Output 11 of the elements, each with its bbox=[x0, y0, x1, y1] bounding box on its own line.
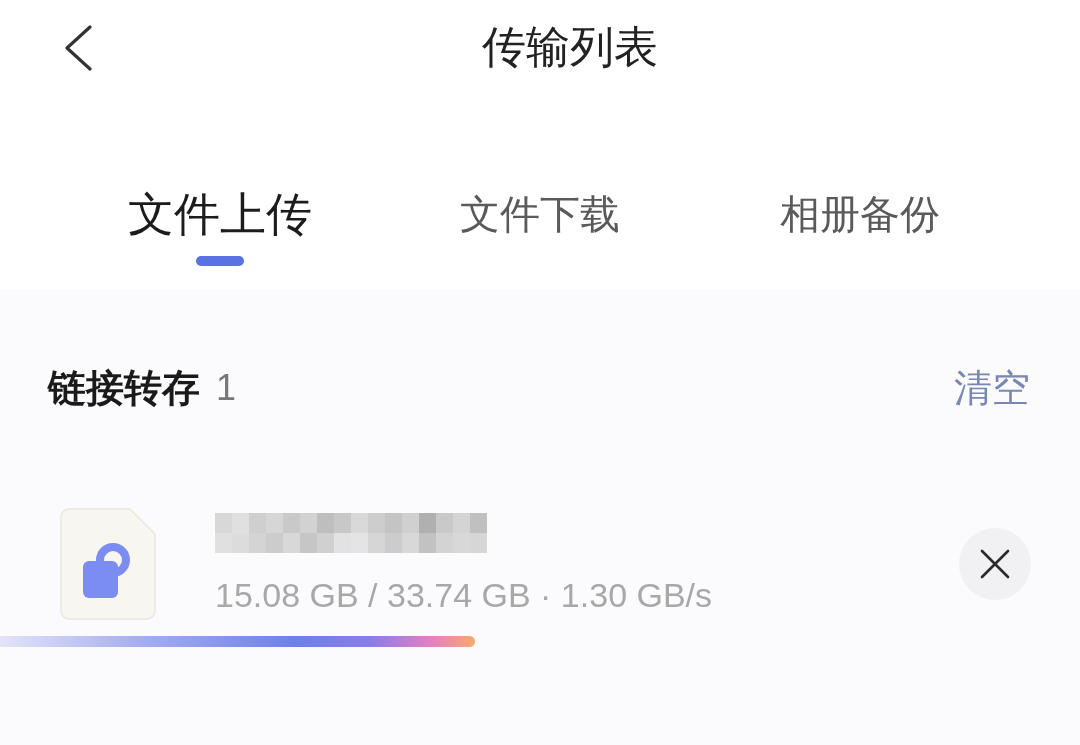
tab[interactable]: 文件上传 bbox=[128, 188, 312, 266]
section-title: 链接转存 bbox=[48, 364, 200, 412]
chevron-left-icon bbox=[63, 24, 93, 71]
file-icon bbox=[60, 508, 156, 620]
close-icon bbox=[980, 549, 1010, 579]
tab[interactable]: 文件下载 bbox=[460, 188, 620, 266]
tab-indicator bbox=[196, 256, 244, 266]
tab[interactable]: 相册备份 bbox=[780, 188, 940, 266]
page-title: 传输列表 bbox=[482, 21, 658, 74]
item-count: 1 bbox=[216, 367, 237, 409]
transfer-progress-text: 15.08 GB / 33.74 GB · 1.30 GB/s bbox=[215, 575, 713, 615]
